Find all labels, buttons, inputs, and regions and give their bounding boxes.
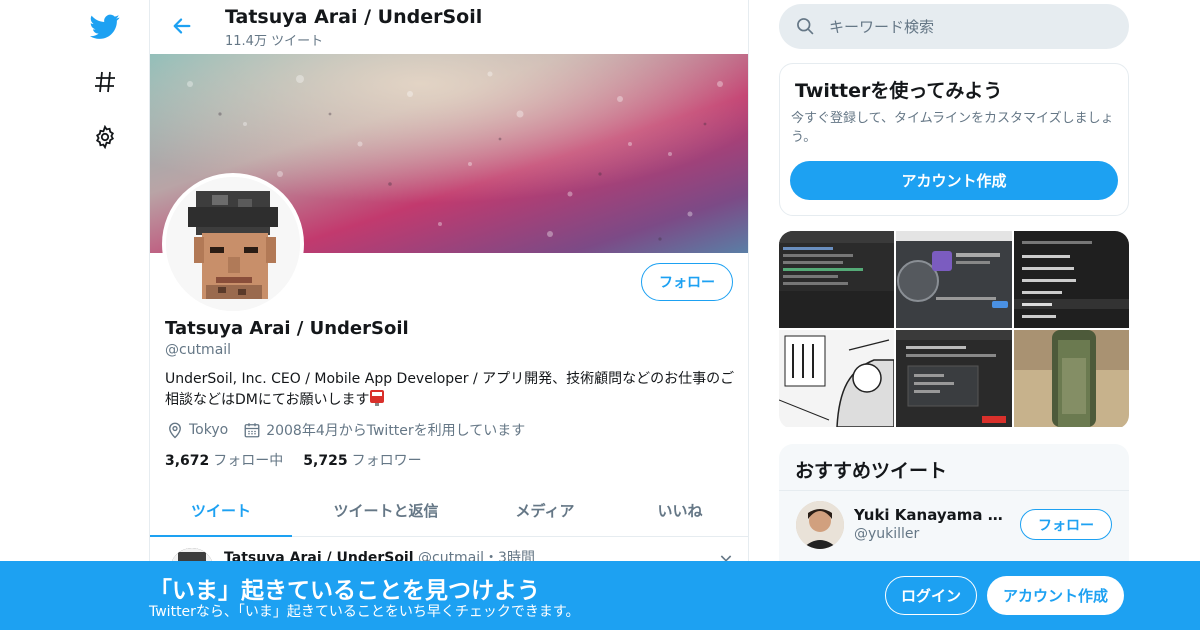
search-box[interactable] [779, 4, 1129, 49]
hashtag-icon[interactable] [88, 65, 122, 99]
profile-joined: 2008年4月からTwitterを利用しています [266, 423, 526, 439]
media-thumbnail[interactable] [896, 231, 1012, 328]
following-stat[interactable]: 3,672 フォロー中 [165, 450, 283, 470]
recommended-user-handle: @yukiller [854, 526, 920, 542]
profile-tabs: ツイート ツイートと返信 メディア いいね [150, 484, 748, 537]
profile-location: Tokyo [189, 422, 229, 438]
recommended-user-name[interactable]: Yuki Kanayama 金山裕樹 [854, 504, 1014, 525]
tab-media[interactable]: メディア [480, 484, 610, 536]
recommended-title: おすすめツイート [795, 460, 948, 482]
bio-text: UnderSoil, Inc. CEO / Mobile App Develop… [165, 371, 735, 408]
profile-stats: 3,672 フォロー中 5,725 フォロワー [165, 450, 442, 470]
following-count: 3,672 [165, 453, 210, 469]
signup-card: Twitterを使ってみよう 今すぐ登録して、タイムラインをカスタマイズしましょ… [779, 63, 1129, 216]
search-input[interactable] [829, 4, 1119, 49]
media-gallery [779, 231, 1129, 429]
media-thumbnail[interactable] [779, 330, 894, 427]
media-thumbnail[interactable] [1014, 330, 1129, 427]
profile-header-bar: Tatsuya Arai / UnderSoil 11.4万 ツイート [150, 0, 748, 54]
profile-avatar[interactable] [162, 173, 304, 315]
header-tweet-count: 11.4万 ツイート [225, 34, 324, 49]
avatar[interactable] [796, 501, 844, 549]
login-button[interactable]: ログイン [885, 576, 977, 615]
media-thumbnail[interactable] [1014, 231, 1129, 328]
signup-card-title: Twitterを使ってみよう [795, 80, 1003, 102]
followers-stat[interactable]: 5,725 フォロワー [303, 450, 421, 470]
recommended-tweets: おすすめツイート Yuki Kanayama 金山裕樹 @yukiller フォ… [779, 444, 1129, 574]
signup-banner-title: 「いま」起きていることを見つけよう [149, 578, 540, 604]
signup-card-text: 今すぐ登録して、タイムラインをカスタマイズしましょう。 [791, 111, 1114, 145]
profile-handle: @cutmail [165, 342, 232, 358]
signup-banner-subtitle: Twitterなら、「いま」起きていることをいち早くチェックできます。 [149, 604, 580, 620]
location-icon [165, 420, 185, 440]
tab-tweets-and-replies[interactable]: ツイートと返信 [292, 484, 480, 536]
twitter-bird-icon[interactable] [88, 10, 122, 44]
profile-name: Tatsuya Arai / UnderSoil [165, 318, 409, 339]
create-account-button[interactable]: アカウント作成 [790, 161, 1118, 200]
media-thumbnail[interactable] [896, 330, 1012, 427]
avatar [166, 177, 300, 311]
profile-meta: Tokyo 2008年4月からTwitterを利用しています [165, 419, 525, 441]
media-thumbnail[interactable] [779, 231, 894, 328]
tab-tweets[interactable]: ツイート [150, 484, 292, 537]
followers-count: 5,725 [303, 453, 348, 469]
header-title: Tatsuya Arai / UnderSoil [225, 6, 483, 28]
following-label: フォロー中 [213, 453, 284, 469]
recommended-follow-button[interactable]: フォロー [1020, 509, 1112, 540]
left-nav [80, 0, 130, 630]
calendar-icon [242, 420, 262, 440]
signup-button[interactable]: アカウント作成 [987, 576, 1124, 615]
back-arrow-icon[interactable] [168, 12, 196, 40]
followers-label: フォロワー [351, 453, 422, 469]
profile-bio: UnderSoil, Inc. CEO / Mobile App Develop… [165, 369, 737, 410]
gear-icon[interactable] [88, 120, 122, 154]
tab-likes[interactable]: いいね [610, 484, 748, 536]
postbox-emoji-icon [369, 389, 385, 406]
follow-button[interactable]: フォロー [641, 263, 733, 301]
profile-column: Tatsuya Arai / UnderSoil 11.4万 ツイート フォロー… [149, 0, 749, 630]
search-icon [795, 16, 815, 36]
signup-banner: 「いま」起きていることを見つけよう Twitterなら、「いま」起きていることを… [0, 561, 1200, 630]
